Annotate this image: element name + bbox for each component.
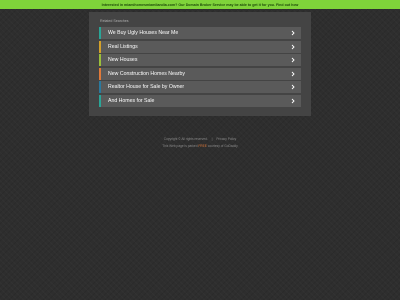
chevron-right-icon <box>291 44 295 49</box>
related-search-label: And Homes for Sale <box>108 97 155 104</box>
domain-broker-banner[interactable]: Interested in miamihomesmiamilandia.com?… <box>0 0 400 9</box>
chevron-right-icon <box>291 71 295 77</box>
parked-free-link[interactable]: FREE <box>198 144 207 148</box>
related-search-label: Realtor House for Sale by Owner <box>108 84 185 91</box>
item-color-stripe <box>99 40 101 53</box>
footer-parked-line: This Web page is parked FREE courtesy of… <box>0 144 400 148</box>
related-search-label: New Houses <box>108 57 138 64</box>
item-color-stripe <box>99 54 101 67</box>
chevron-right-icon <box>291 57 295 63</box>
related-searches-heading: Related Searches <box>100 19 129 23</box>
related-search-label: We Buy Ugly Houses Near Me <box>108 30 179 36</box>
related-search-item[interactable]: Real Listings <box>99 40 301 53</box>
item-color-stripe <box>99 94 101 107</box>
related-search-item[interactable]: And Homes for Sale <box>99 94 301 107</box>
related-search-label: Real Listings <box>108 43 138 50</box>
rights-text: All rights reserved. <box>181 137 208 141</box>
chevron-right-icon <box>291 30 295 36</box>
item-color-stripe <box>99 81 101 94</box>
chevron-right-icon <box>291 98 295 104</box>
chevron-right-icon <box>291 85 295 90</box>
privacy-policy-link[interactable]: Privacy Policy <box>216 137 236 141</box>
item-color-stripe <box>99 27 101 39</box>
related-search-label: New Construction Homes Nearby <box>108 70 185 77</box>
footer-copyright-line: Copyright © All rights reserved. | Priva… <box>0 137 400 141</box>
parked-prefix-text: This Web page is parked <box>162 144 198 148</box>
related-search-item[interactable]: New Houses <box>99 54 301 67</box>
related-searches-panel: Related Searches We Buy Ugly Houses Near… <box>89 12 311 116</box>
footer-separator: | <box>211 137 213 141</box>
item-color-stripe <box>99 67 101 80</box>
related-searches-list: We Buy Ugly Houses Near Me Real Listings… <box>99 27 301 109</box>
parked-suffix-text: courtesy of GoDaddy <box>207 144 238 148</box>
related-search-item[interactable]: We Buy Ugly Houses Near Me <box>99 27 301 39</box>
related-search-item[interactable]: New Construction Homes Nearby <box>99 67 301 80</box>
copyright-text: Copyright © <box>163 137 181 141</box>
related-search-item[interactable]: Realtor House for Sale by Owner <box>99 81 301 94</box>
